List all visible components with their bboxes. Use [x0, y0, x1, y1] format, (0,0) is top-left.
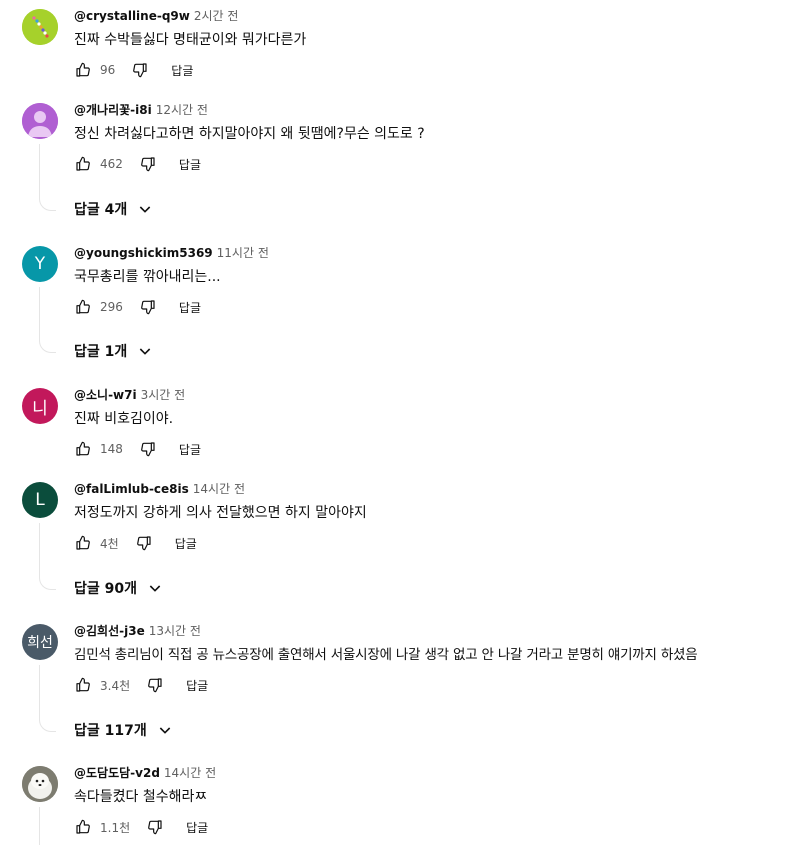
avatar-letter: 니: [32, 398, 48, 419]
dislike-icon[interactable]: [139, 155, 157, 173]
comment-time[interactable]: 2시간 전: [194, 9, 239, 23]
chevron-down-icon: [137, 201, 153, 217]
avatar[interactable]: [22, 766, 58, 802]
like-icon[interactable]: [74, 818, 92, 836]
like-icon[interactable]: [74, 676, 92, 694]
like-count: 3.4천: [100, 678, 131, 693]
like-count: 462: [100, 157, 123, 171]
comment-time[interactable]: 11시간 전: [217, 246, 269, 260]
default-person-icon: [22, 103, 58, 139]
avatar-letter: Y: [34, 254, 46, 274]
view-replies-button[interactable]: 답글 90개: [74, 578, 163, 598]
thread-line: [39, 523, 56, 590]
thread-line: [39, 144, 56, 211]
dog-photo-icon: [22, 766, 58, 802]
reply-button[interactable]: 답글: [186, 819, 208, 836]
like-count: 96: [100, 63, 116, 77]
reply-button[interactable]: 답글: [179, 156, 201, 173]
avatar[interactable]: 니: [22, 388, 58, 424]
comment-text: 진짜 수박들싫다 명태균이와 뭐가다른가: [74, 32, 307, 48]
like-icon[interactable]: [74, 440, 92, 458]
avatar[interactable]: 희선: [22, 624, 58, 660]
reply-button[interactable]: 답글: [179, 299, 201, 316]
comment-text: 정신 차려싫다고하면 하지말아야지 왜 뒷땜에?무슨 의도로 ?: [74, 126, 425, 142]
dislike-icon[interactable]: [135, 534, 153, 552]
reply-button[interactable]: 답글: [175, 535, 197, 552]
thread-line: [39, 807, 40, 845]
comment-text: 속다들켰다 철수해라ㅉ: [74, 789, 208, 805]
like-count: 296: [100, 300, 123, 314]
like-icon[interactable]: [74, 155, 92, 173]
comment-text: 저정도까지 강하게 의사 전달했으면 하지 말아야지: [74, 505, 367, 521]
dislike-icon[interactable]: [139, 440, 157, 458]
dislike-icon[interactable]: [139, 298, 157, 316]
view-replies-button[interactable]: 답글 117개: [74, 720, 173, 740]
comment-time[interactable]: 14시간 전: [193, 482, 245, 496]
avatar-pattern-icon: [22, 9, 58, 45]
view-replies-button[interactable]: 답글 1개: [74, 341, 153, 361]
comment-text: 김민석 총리님이 직접 공 뉴스공장에 출연해서 서울시장에 나갈 생각 없고 …: [74, 647, 698, 663]
comment-author[interactable]: @김희선-j3e: [74, 624, 145, 638]
chevron-down-icon: [147, 580, 163, 596]
reply-button[interactable]: 답글: [179, 441, 201, 458]
comment-text: 진짜 비호김이야.: [74, 411, 174, 427]
like-icon[interactable]: [74, 534, 92, 552]
comment-text: 국무총리를 깎아내리는...: [74, 269, 221, 285]
reply-button[interactable]: 답글: [171, 62, 193, 79]
chevron-down-icon: [137, 343, 153, 359]
avatar-letter: 희선: [27, 635, 53, 651]
dislike-icon[interactable]: [146, 818, 164, 836]
comment-time[interactable]: 12시간 전: [156, 103, 208, 117]
avatar[interactable]: [22, 9, 58, 45]
like-count: 4천: [100, 536, 119, 551]
view-replies-button[interactable]: 답글 4개: [74, 199, 153, 219]
replies-count-label: 답글 90개: [74, 581, 137, 597]
reply-button[interactable]: 답글: [186, 677, 208, 694]
avatar-letter: L: [35, 490, 45, 510]
dislike-icon[interactable]: [131, 61, 149, 79]
like-count: 1.1천: [100, 820, 131, 835]
comment-author[interactable]: @youngshickim5369: [74, 246, 213, 260]
like-icon[interactable]: [74, 298, 92, 316]
thread-line: [39, 665, 56, 732]
replies-count-label: 답글 1개: [74, 344, 128, 360]
avatar[interactable]: [22, 103, 58, 139]
comment-time[interactable]: 13시간 전: [149, 624, 201, 638]
comment-author[interactable]: @falLimlub-ce8is: [74, 482, 189, 496]
comment-author[interactable]: @crystalline-q9w: [74, 9, 190, 23]
avatar[interactable]: L: [22, 482, 58, 518]
comment-author[interactable]: @개나리꽃-i8i: [74, 103, 152, 117]
dislike-icon[interactable]: [146, 676, 164, 694]
avatar[interactable]: Y: [22, 246, 58, 282]
comment-time[interactable]: 14시간 전: [164, 766, 216, 780]
replies-count-label: 답글 4개: [74, 202, 128, 218]
like-count: 148: [100, 442, 123, 456]
comment-author[interactable]: @소니-w7i: [74, 388, 137, 402]
comment-time[interactable]: 3시간 전: [141, 388, 186, 402]
like-icon[interactable]: [74, 61, 92, 79]
replies-count-label: 답글 117개: [74, 723, 147, 739]
chevron-down-icon: [157, 722, 173, 738]
comment-author[interactable]: @도담도담-v2d: [74, 766, 160, 780]
thread-line: [39, 287, 56, 353]
